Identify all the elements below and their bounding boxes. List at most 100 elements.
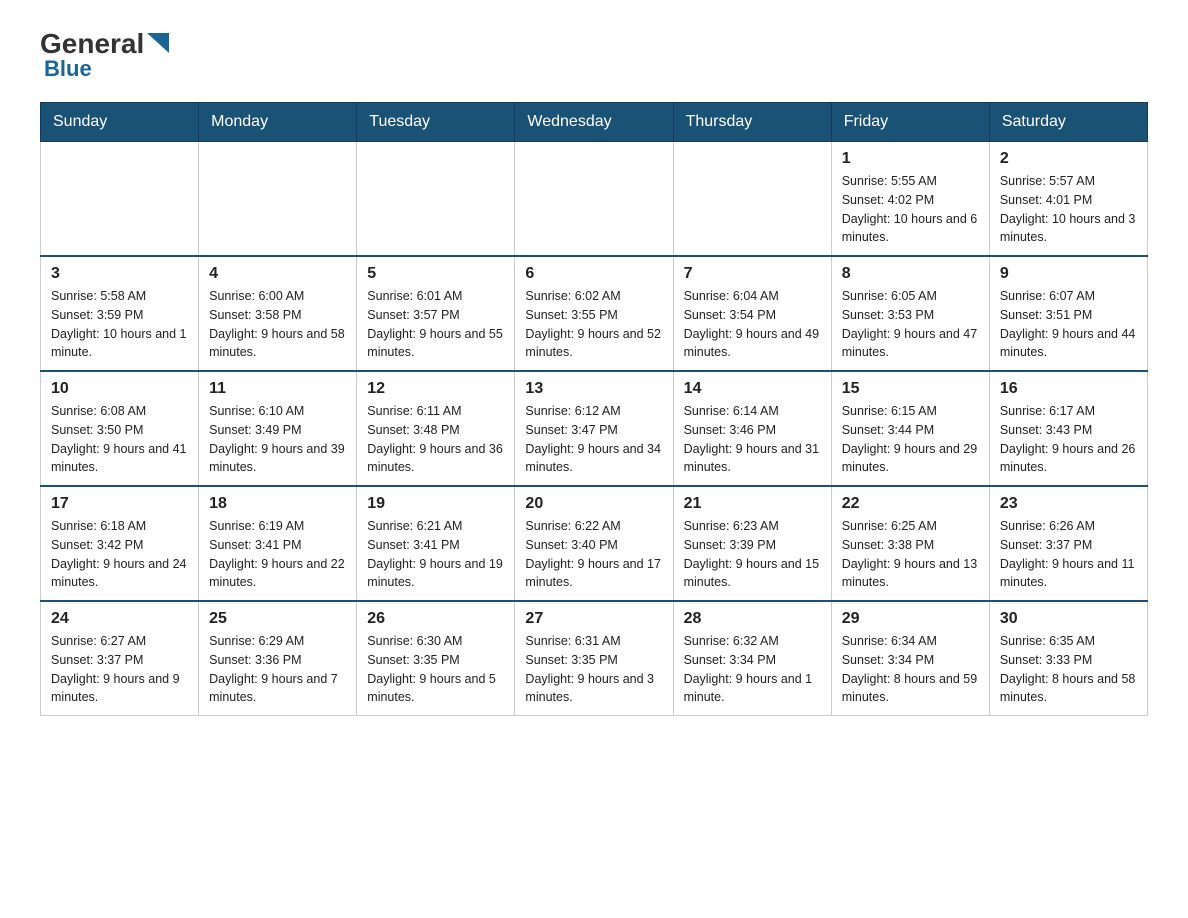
day-number: 8 <box>842 265 979 283</box>
day-info: Sunrise: 6:19 AMSunset: 3:41 PMDaylight:… <box>209 517 346 592</box>
page-header: General Blue <box>40 30 1148 82</box>
calendar-cell <box>199 142 357 257</box>
calendar-cell: 20 Sunrise: 6:22 AMSunset: 3:40 PMDayligh… <box>515 486 673 601</box>
calendar-cell: 6 Sunrise: 6:02 AMSunset: 3:55 PMDaylight… <box>515 256 673 371</box>
calendar-week-row: 3 Sunrise: 5:58 AMSunset: 3:59 PMDaylight… <box>41 256 1148 371</box>
day-info: Sunrise: 6:10 AMSunset: 3:49 PMDaylight:… <box>209 402 346 477</box>
day-number: 12 <box>367 380 504 398</box>
day-info: Sunrise: 6:29 AMSunset: 3:36 PMDaylight:… <box>209 632 346 707</box>
day-info: Sunrise: 6:01 AMSunset: 3:57 PMDaylight:… <box>367 287 504 362</box>
day-number: 4 <box>209 265 346 283</box>
calendar-cell <box>515 142 673 257</box>
calendar-table: SundayMondayTuesdayWednesdayThursdayFrid… <box>40 102 1148 716</box>
day-number: 29 <box>842 610 979 628</box>
day-number: 28 <box>684 610 821 628</box>
day-info: Sunrise: 6:14 AMSunset: 3:46 PMDaylight:… <box>684 402 821 477</box>
day-number: 24 <box>51 610 188 628</box>
day-info: Sunrise: 6:08 AMSunset: 3:50 PMDaylight:… <box>51 402 188 477</box>
calendar-cell: 11 Sunrise: 6:10 AMSunset: 3:49 PMDayligh… <box>199 371 357 486</box>
calendar-cell: 21 Sunrise: 6:23 AMSunset: 3:39 PMDayligh… <box>673 486 831 601</box>
weekday-header-thursday: Thursday <box>673 103 831 142</box>
logo-general-text: General <box>40 30 144 58</box>
day-number: 18 <box>209 495 346 513</box>
calendar-cell: 28 Sunrise: 6:32 AMSunset: 3:34 PMDayligh… <box>673 601 831 716</box>
day-info: Sunrise: 6:32 AMSunset: 3:34 PMDaylight:… <box>684 632 821 707</box>
day-info: Sunrise: 6:15 AMSunset: 3:44 PMDaylight:… <box>842 402 979 477</box>
weekday-header-tuesday: Tuesday <box>357 103 515 142</box>
day-info: Sunrise: 6:18 AMSunset: 3:42 PMDaylight:… <box>51 517 188 592</box>
calendar-cell: 27Sunrise: 6:31 AMSunset: 3:35 PMDayligh… <box>515 601 673 716</box>
day-info: Sunrise: 6:30 AMSunset: 3:35 PMDaylight:… <box>367 632 504 707</box>
calendar-cell: 25 Sunrise: 6:29 AMSunset: 3:36 PMDayligh… <box>199 601 357 716</box>
day-number: 16 <box>1000 380 1137 398</box>
day-number: 21 <box>684 495 821 513</box>
calendar-week-row: 1 Sunrise: 5:55 AMSunset: 4:02 PMDaylight… <box>41 142 1148 257</box>
day-number: 15 <box>842 380 979 398</box>
calendar-cell: 30Sunrise: 6:35 AMSunset: 3:33 PMDayligh… <box>989 601 1147 716</box>
day-number: 3 <box>51 265 188 283</box>
calendar-cell: 19 Sunrise: 6:21 AMSunset: 3:41 PMDayligh… <box>357 486 515 601</box>
day-info: Sunrise: 6:11 AMSunset: 3:48 PMDaylight:… <box>367 402 504 477</box>
weekday-header-wednesday: Wednesday <box>515 103 673 142</box>
day-number: 14 <box>684 380 821 398</box>
day-number: 27 <box>525 610 662 628</box>
calendar-cell: 18 Sunrise: 6:19 AMSunset: 3:41 PMDayligh… <box>199 486 357 601</box>
day-number: 6 <box>525 265 662 283</box>
day-number: 17 <box>51 495 188 513</box>
calendar-cell: 12 Sunrise: 6:11 AMSunset: 3:48 PMDayligh… <box>357 371 515 486</box>
day-info: Sunrise: 6:26 AMSunset: 3:37 PMDaylight:… <box>1000 517 1137 592</box>
calendar-cell: 26 Sunrise: 6:30 AMSunset: 3:35 PMDayligh… <box>357 601 515 716</box>
day-info: Sunrise: 6:22 AMSunset: 3:40 PMDaylight:… <box>525 517 662 592</box>
calendar-cell: 2Sunrise: 5:57 AMSunset: 4:01 PMDaylight… <box>989 142 1147 257</box>
calendar-cell: 24 Sunrise: 6:27 AMSunset: 3:37 PMDayligh… <box>41 601 199 716</box>
calendar-cell: 13 Sunrise: 6:12 AMSunset: 3:47 PMDayligh… <box>515 371 673 486</box>
day-info: Sunrise: 6:27 AMSunset: 3:37 PMDaylight:… <box>51 632 188 707</box>
day-number: 26 <box>367 610 504 628</box>
calendar-cell: 14 Sunrise: 6:14 AMSunset: 3:46 PMDayligh… <box>673 371 831 486</box>
logo: General Blue <box>40 30 169 82</box>
calendar-cell <box>357 142 515 257</box>
day-number: 11 <box>209 380 346 398</box>
day-info: Sunrise: 5:55 AMSunset: 4:02 PMDaylight:… <box>842 172 979 247</box>
calendar-cell: 10Sunrise: 6:08 AMSunset: 3:50 PMDayligh… <box>41 371 199 486</box>
calendar-header-row: SundayMondayTuesdayWednesdayThursdayFrid… <box>41 103 1148 142</box>
calendar-cell: 7Sunrise: 6:04 AMSunset: 3:54 PMDaylight… <box>673 256 831 371</box>
calendar-cell <box>41 142 199 257</box>
calendar-cell <box>673 142 831 257</box>
calendar-cell: 16 Sunrise: 6:17 AMSunset: 3:43 PMDayligh… <box>989 371 1147 486</box>
calendar-cell: 9Sunrise: 6:07 AMSunset: 3:51 PMDaylight… <box>989 256 1147 371</box>
day-number: 5 <box>367 265 504 283</box>
weekday-header-saturday: Saturday <box>989 103 1147 142</box>
day-number: 13 <box>525 380 662 398</box>
day-info: Sunrise: 6:25 AMSunset: 3:38 PMDaylight:… <box>842 517 979 592</box>
day-info: Sunrise: 6:21 AMSunset: 3:41 PMDaylight:… <box>367 517 504 592</box>
calendar-cell: 22 Sunrise: 6:25 AMSunset: 3:38 PMDayligh… <box>831 486 989 601</box>
weekday-header-monday: Monday <box>199 103 357 142</box>
day-number: 20 <box>525 495 662 513</box>
calendar-cell: 3 Sunrise: 5:58 AMSunset: 3:59 PMDaylight… <box>41 256 199 371</box>
day-info: Sunrise: 6:02 AMSunset: 3:55 PMDaylight:… <box>525 287 662 362</box>
day-number: 23 <box>1000 495 1137 513</box>
day-number: 22 <box>842 495 979 513</box>
day-number: 25 <box>209 610 346 628</box>
weekday-header-sunday: Sunday <box>41 103 199 142</box>
calendar-cell: 23 Sunrise: 6:26 AMSunset: 3:37 PMDayligh… <box>989 486 1147 601</box>
day-number: 19 <box>367 495 504 513</box>
calendar-cell: 8 Sunrise: 6:05 AMSunset: 3:53 PMDaylight… <box>831 256 989 371</box>
day-info: Sunrise: 6:05 AMSunset: 3:53 PMDaylight:… <box>842 287 979 362</box>
day-number: 1 <box>842 150 979 168</box>
day-info: Sunrise: 6:34 AMSunset: 3:34 PMDaylight:… <box>842 632 979 707</box>
logo-arrow-icon <box>147 33 169 53</box>
day-info: Sunrise: 6:35 AMSunset: 3:33 PMDaylight:… <box>1000 632 1137 707</box>
day-info: Sunrise: 6:17 AMSunset: 3:43 PMDaylight:… <box>1000 402 1137 477</box>
day-info: Sunrise: 6:12 AMSunset: 3:47 PMDaylight:… <box>525 402 662 477</box>
calendar-week-row: 24 Sunrise: 6:27 AMSunset: 3:37 PMDayligh… <box>41 601 1148 716</box>
calendar-week-row: 17 Sunrise: 6:18 AMSunset: 3:42 PMDayligh… <box>41 486 1148 601</box>
day-info: Sunrise: 6:07 AMSunset: 3:51 PMDaylight:… <box>1000 287 1137 362</box>
calendar-cell: 15 Sunrise: 6:15 AMSunset: 3:44 PMDayligh… <box>831 371 989 486</box>
calendar-cell: 4 Sunrise: 6:00 AMSunset: 3:58 PMDaylight… <box>199 256 357 371</box>
day-info: Sunrise: 5:58 AMSunset: 3:59 PMDaylight:… <box>51 287 188 362</box>
day-info: Sunrise: 6:23 AMSunset: 3:39 PMDaylight:… <box>684 517 821 592</box>
day-info: Sunrise: 5:57 AMSunset: 4:01 PMDaylight:… <box>1000 172 1137 247</box>
day-info: Sunrise: 6:00 AMSunset: 3:58 PMDaylight:… <box>209 287 346 362</box>
